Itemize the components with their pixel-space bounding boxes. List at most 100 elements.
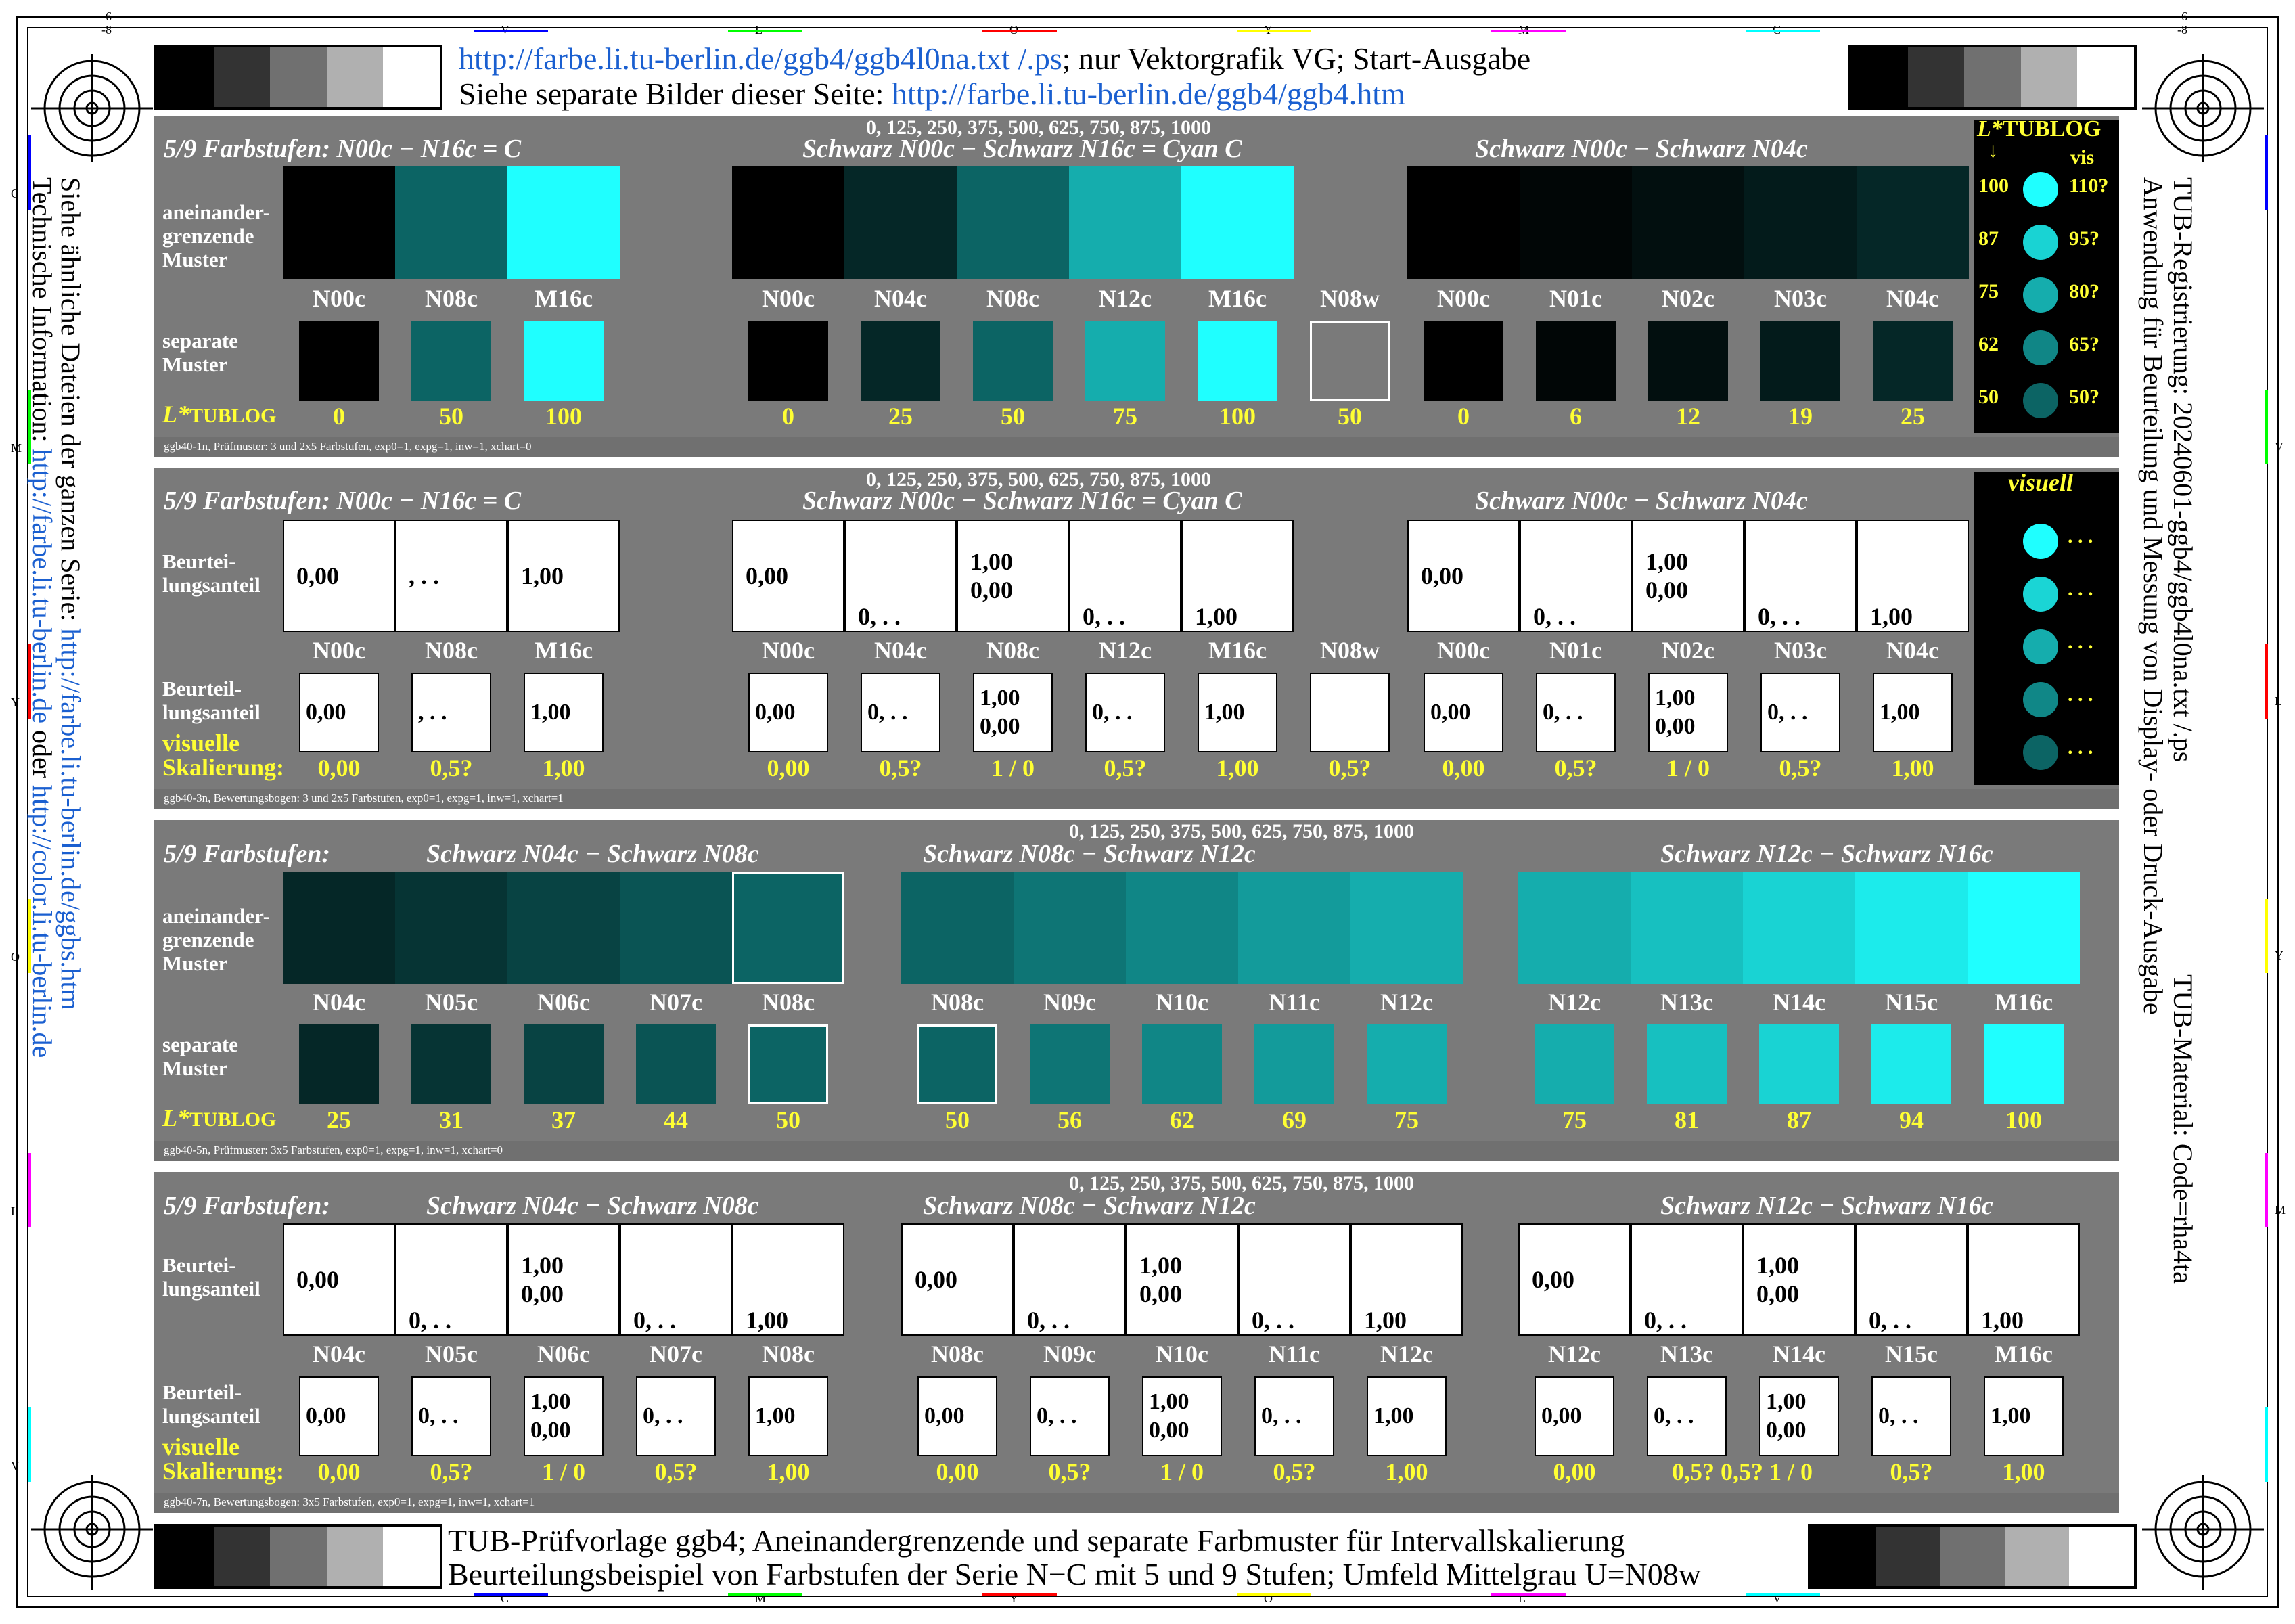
p2-judge-box[interactable]: 0,00 [1407, 520, 1520, 632]
p4-visual-box[interactable]: 0, . . [1647, 1376, 1727, 1456]
p2-scale-value: 1,00 [1891, 754, 1934, 782]
p2-judge-box[interactable]: 1,00 [507, 520, 620, 632]
p4-visual-box[interactable]: 1,00 0,00 [524, 1376, 604, 1456]
p2-code: N03c [1774, 637, 1827, 664]
p4-visual-box[interactable]: 1,00 0,00 [1759, 1376, 1839, 1456]
p4-judge-box[interactable]: 0, . . [1014, 1223, 1126, 1336]
p4-visual-box[interactable]: 0,00 [299, 1376, 379, 1456]
p2-visual-box[interactable] [1310, 673, 1390, 752]
edge-mark: M [11, 441, 22, 455]
p2-code: N04c [874, 637, 927, 664]
p2-visual-box[interactable]: 1,00 [524, 673, 604, 752]
header-link-1[interactable]: http://farbe.li.tu-berlin.de/ggb4/ggb4l0… [459, 41, 1062, 76]
p2-visual-box[interactable]: 0, . . [861, 673, 940, 752]
p2-visual-box[interactable]: 0,00 [1424, 673, 1503, 752]
box-value: 0, . . [409, 1307, 451, 1334]
p2-visual-box[interactable]: 0,00 [299, 673, 379, 752]
box-value: 0, . . [1767, 700, 1808, 725]
p4-visual-box[interactable]: 0, . . [1254, 1376, 1334, 1456]
p4-visual-box[interactable]: 1,00 [748, 1376, 828, 1456]
p4-visual-box[interactable]: 1,00 0,00 [1142, 1376, 1222, 1456]
edge-mark: V [11, 1459, 20, 1472]
p4-visual-box[interactable]: 1,00 [1984, 1376, 2064, 1456]
p2-visual-box[interactable]: , . . [411, 673, 491, 752]
p2-scale-value: 1 / 0 [991, 754, 1035, 782]
p1-side-right-value: 95? [2069, 227, 2099, 250]
p4-visual-box[interactable]: 1,00 [1367, 1376, 1447, 1456]
p3-separate-swatch [1871, 1024, 1951, 1104]
p2-judge-box[interactable]: 0,00 [732, 520, 844, 632]
p2-visual-box[interactable]: 0, . . [1760, 673, 1840, 752]
p3-separate-swatch [1254, 1024, 1334, 1104]
p4-judge-box[interactable]: 1,00 [1968, 1223, 2080, 1336]
p2-judge-box[interactable]: 1,00 [1857, 520, 1969, 632]
p2-visual-box[interactable]: 1,00 [1873, 673, 1953, 752]
p4-visual-box[interactable]: 0, . . [1871, 1376, 1951, 1456]
p1-code: N08c [425, 285, 478, 312]
p2-judge-box[interactable]: 0, . . [844, 520, 957, 632]
gray-ramp-bottom-right [1808, 1524, 2137, 1589]
p4-judge-box[interactable]: 0,00 [1518, 1223, 1631, 1336]
p2-judge-box[interactable]: 1,00 [1181, 520, 1294, 632]
p4-judge-box[interactable]: 1,00 [1350, 1223, 1463, 1336]
left-side-link-3[interactable]: http://color.li.tu-berlin.de [27, 785, 58, 1058]
p1-separate-swatch [1873, 321, 1953, 401]
p2-judge-box[interactable]: 0,00 [283, 520, 395, 632]
left-side-link-2[interactable]: http://farbe.li.tu-berlin.de [27, 449, 58, 723]
edge-color-bar-top [1491, 30, 1566, 32]
p4-judge-box[interactable]: 1,00 0,00 [1743, 1223, 1855, 1336]
p2-judge-box[interactable]: , . . [395, 520, 507, 632]
p2-visual-box[interactable]: 1,00 [1198, 673, 1277, 752]
p4-judge-box[interactable]: 0, . . [1238, 1223, 1350, 1336]
p1-code: N04c [1886, 285, 1939, 312]
p4-visual-box[interactable]: 0, . . [411, 1376, 491, 1456]
header-link-2[interactable]: http://farbe.li.tu-berlin.de/ggb4/ggb4.h… [892, 76, 1405, 111]
p2-judge-box[interactable]: 0, . . [1744, 520, 1857, 632]
p2-judge-box[interactable]: 0, . . [1520, 520, 1632, 632]
p1-side-left-value: 87 [1978, 227, 1999, 250]
p2-code: N08c [425, 637, 478, 664]
p3-adjacent-swatch [1126, 872, 1238, 984]
p4-visual-box[interactable]: 0,00 [917, 1376, 997, 1456]
edge-color-bar-bottom [474, 1593, 548, 1596]
lstar-sub: TUBLOG [189, 1108, 277, 1131]
p1-value: 100 [1219, 403, 1256, 430]
p2-visual-box[interactable]: 1,00 0,00 [1648, 673, 1728, 752]
box-value: 0, . . [418, 1403, 459, 1428]
p4-judge-box[interactable]: 0,00 [283, 1223, 395, 1336]
p2-visual-box[interactable]: 0, . . [1536, 673, 1616, 752]
p2-visual-box[interactable]: 0,00 [748, 673, 828, 752]
p4-judge-box[interactable]: 0, . . [395, 1223, 507, 1336]
lstar-sub: TUBLOG [189, 405, 277, 427]
p2-judge-box[interactable]: 1,00 0,00 [1632, 520, 1744, 632]
p2-judge-box[interactable]: 1,00 0,00 [957, 520, 1069, 632]
left-side-link-1[interactable]: http://farbe.li.tu-berlin.de/ggbs.htm [55, 628, 86, 1010]
p4-judge-box[interactable]: 1,00 0,00 [507, 1223, 620, 1336]
p1-title-left: 5/9 Farbstufen: N00c − N16c = C [164, 135, 522, 163]
p2-visual-box[interactable]: 0, . . [1085, 673, 1165, 752]
edge-color-bar-left [28, 135, 31, 210]
p2-visual-box[interactable]: 1,00 0,00 [973, 673, 1053, 752]
p1-adjacent-swatch [283, 166, 395, 279]
p3-value: 100 [2005, 1106, 2042, 1133]
p4-judge-box[interactable]: 0,00 [901, 1223, 1014, 1336]
p4-visual-box[interactable]: 0, . . [1030, 1376, 1110, 1456]
box-value: 1,00 [1139, 1252, 1182, 1279]
p4-judge-box[interactable]: 1,00 [732, 1223, 844, 1336]
caption-panel-4: ggb40-7n, Bewertungsbogen: 3x5 Farbstufe… [164, 1495, 535, 1508]
p1-separate-swatch [1310, 321, 1390, 401]
p4-judge-box[interactable]: 0, . . [1631, 1223, 1743, 1336]
p4-visual-box[interactable]: 0, . . [636, 1376, 716, 1456]
header-line-2-pre: Siehe separate Bilder dieser Seite: [459, 76, 892, 111]
p4-visual-box[interactable]: 0,00 [1535, 1376, 1614, 1456]
p2-code: N01c [1549, 637, 1602, 664]
p2-judge-label: Beurtei- lungsanteil [162, 549, 260, 597]
p1-separate-label: separate Muster [162, 329, 238, 376]
p4-judge-box[interactable]: 0, . . [1855, 1223, 1968, 1336]
p4-judge-box[interactable]: 1,00 0,00 [1126, 1223, 1238, 1336]
p2-judge-box[interactable]: 0, . . [1069, 520, 1181, 632]
p1-code: N00c [1437, 285, 1490, 312]
p4-judge-box[interactable]: 0, . . [620, 1223, 732, 1336]
p4-scale-value: 0,5? [1048, 1458, 1091, 1485]
p3-code: N10c [1156, 989, 1208, 1016]
